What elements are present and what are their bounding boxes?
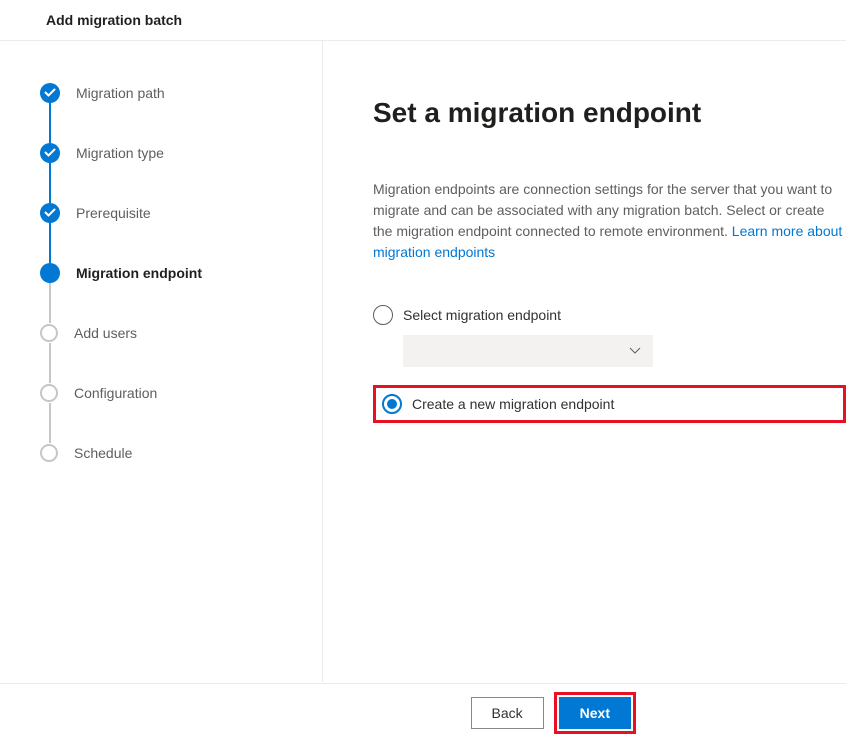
step-migration-path[interactable]: Migration path [40, 83, 322, 103]
wizard-layout: Migration path Migration type Prerequisi… [0, 41, 846, 682]
highlight-create-endpoint: Create a new migration endpoint [373, 385, 846, 423]
check-icon [40, 143, 60, 163]
radio-icon [382, 394, 402, 414]
page-title: Set a migration endpoint [373, 97, 846, 129]
step-add-users[interactable]: Add users [40, 323, 322, 343]
step-configuration[interactable]: Configuration [40, 383, 322, 403]
step-label: Add users [74, 325, 137, 341]
radio-icon [373, 305, 393, 325]
endpoint-dropdown[interactable] [403, 335, 653, 367]
step-prerequisite[interactable]: Prerequisite [40, 203, 322, 223]
pending-step-icon [40, 384, 58, 402]
step-connector [49, 163, 51, 203]
step-connector [49, 103, 51, 143]
current-step-icon [40, 263, 60, 283]
endpoint-radio-group: Select migration endpoint Create a new m… [373, 301, 846, 423]
step-label: Configuration [74, 385, 157, 401]
chevron-down-icon [629, 347, 641, 355]
step-connector [49, 343, 51, 383]
step-label: Schedule [74, 445, 132, 461]
pending-step-icon [40, 324, 58, 342]
next-button[interactable]: Next [559, 697, 631, 729]
step-schedule[interactable]: Schedule [40, 443, 322, 463]
wizard-title: Add migration batch [46, 12, 846, 28]
back-button[interactable]: Back [471, 697, 544, 729]
wizard-header: Add migration batch [0, 0, 846, 41]
step-migration-endpoint[interactable]: Migration endpoint [40, 263, 322, 283]
check-icon [40, 83, 60, 103]
radio-label: Select migration endpoint [403, 307, 561, 323]
step-connector [49, 283, 51, 323]
step-connector [49, 223, 51, 263]
highlight-next-button: Next [554, 692, 636, 734]
page-description: Migration endpoints are connection setti… [373, 179, 846, 263]
step-label: Migration type [76, 145, 164, 161]
wizard-footer: Back Next [0, 683, 846, 742]
check-icon [40, 203, 60, 223]
main-content: Set a migration endpoint Migration endpo… [323, 41, 846, 682]
step-label: Migration endpoint [76, 265, 202, 281]
step-label: Prerequisite [76, 205, 151, 221]
pending-step-icon [40, 444, 58, 462]
step-connector [49, 403, 51, 443]
step-list: Migration path Migration type Prerequisi… [40, 83, 322, 463]
radio-select-endpoint[interactable]: Select migration endpoint [373, 301, 846, 329]
step-sidebar: Migration path Migration type Prerequisi… [0, 41, 323, 682]
radio-create-endpoint[interactable]: Create a new migration endpoint [382, 394, 614, 414]
step-migration-type[interactable]: Migration type [40, 143, 322, 163]
step-label: Migration path [76, 85, 165, 101]
radio-label: Create a new migration endpoint [412, 396, 614, 412]
